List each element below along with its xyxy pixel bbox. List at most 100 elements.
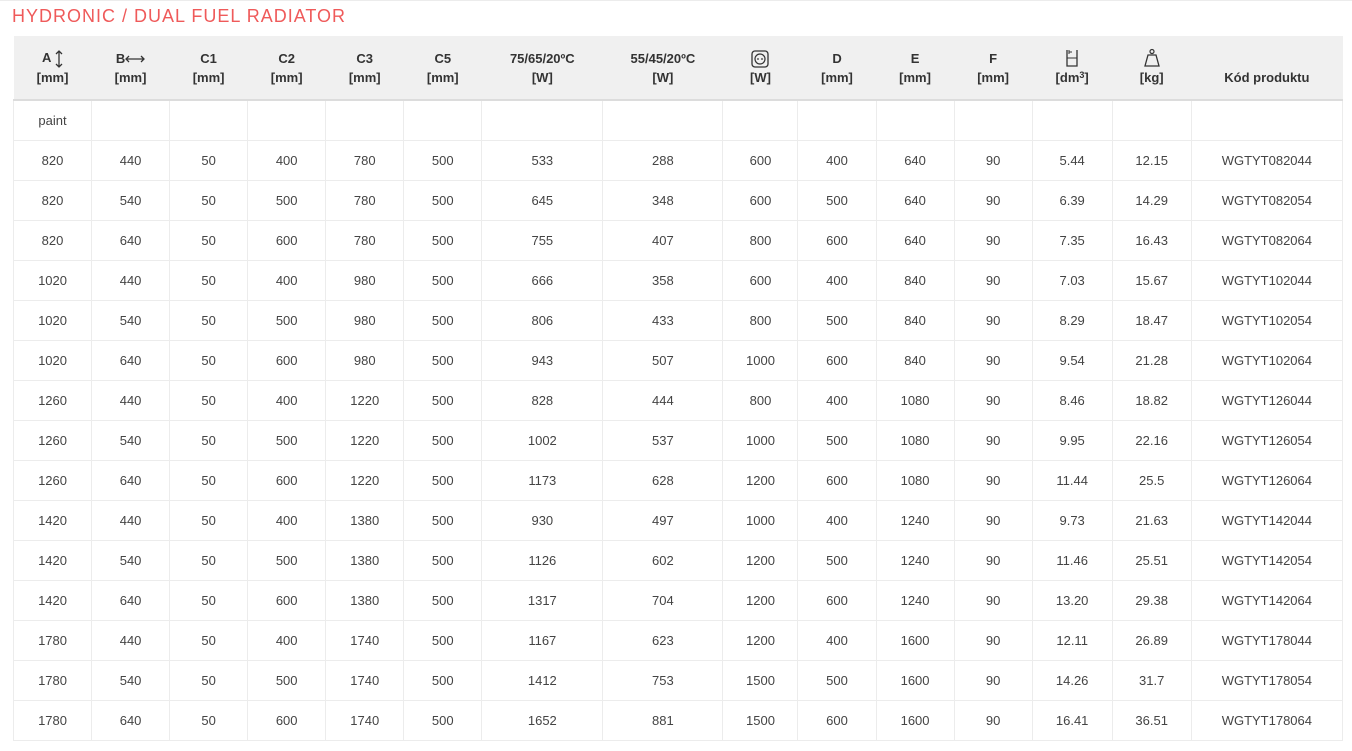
col-header-f: F [mm] <box>954 36 1033 101</box>
cell-p75: 1173 <box>481 460 604 501</box>
table-row: 1780 640 50 600 1740 500 1652 881 1500 600 1600 90 1… <box>12 700 1344 741</box>
cell-code: WGTYT142054 <box>1191 540 1344 581</box>
cell-c1: 50 <box>169 660 249 701</box>
cell-p75: 1167 <box>481 620 604 661</box>
col-header-a: A [mm] <box>13 36 92 101</box>
cell-a: 1020 <box>12 260 93 301</box>
cell-c3: 1740 <box>325 700 405 741</box>
cell-c2: 500 <box>247 660 327 701</box>
cell-code: WGTYT142044 <box>1191 500 1344 541</box>
cell-b: 640 <box>91 700 171 741</box>
cell-weight: 16.43 <box>1112 220 1192 261</box>
cell-c5: 500 <box>403 500 483 541</box>
cell-p75: 1652 <box>481 700 604 741</box>
water-container-icon <box>1064 48 1080 68</box>
cell-code: WGTYT178054 <box>1191 660 1344 701</box>
cell-code: WGTYT126044 <box>1191 380 1344 421</box>
cell-d: 500 <box>797 180 877 221</box>
table-row: 1780 440 50 400 1740 500 1167 623 1200 400 1600 90 1… <box>12 620 1344 661</box>
cell-vol: 9.54 <box>1032 340 1113 381</box>
cell-p55: 704 <box>602 580 724 621</box>
cell-p55: 537 <box>602 420 724 461</box>
col-header-e: E [mm] <box>876 36 955 101</box>
cell-d: 500 <box>797 300 877 341</box>
cell-c5: 500 <box>403 300 483 341</box>
table-header-row: A [mm] B [mm] C1 [mm] C2 [mm] C3 [mm] C5 [mm… <box>13 36 1343 101</box>
table-row: 1420 440 50 400 1380 500 930 497 1000 400 1240 90 9.… <box>12 500 1344 541</box>
col-header-b: B [mm] <box>91 36 170 101</box>
cell-heater: 800 <box>722 380 799 421</box>
cell-weight: 12.15 <box>1112 140 1192 181</box>
cell-weight: 18.82 <box>1112 380 1192 421</box>
table-row: 1020 540 50 500 980 500 806 433 800 500 840 90 8.29 1… <box>12 300 1344 341</box>
cell-c3: 1380 <box>325 500 405 541</box>
cell-heater: 600 <box>722 180 799 221</box>
cell-p75: 806 <box>481 300 604 341</box>
cell-c1: 50 <box>169 140 249 181</box>
cell-d: 400 <box>797 140 877 181</box>
cell-d: 400 <box>797 260 877 301</box>
cell-c3: 780 <box>325 220 405 261</box>
cell-vol: 8.46 <box>1032 380 1113 421</box>
cell-weight: 36.51 <box>1112 700 1192 741</box>
cell-c2: 600 <box>247 220 327 261</box>
table-row: 1780 540 50 500 1740 500 1412 753 1500 500 1600 90 1… <box>12 660 1344 701</box>
cell-b: 640 <box>91 340 171 381</box>
col-header-product-code: Kód produktu <box>1191 36 1343 101</box>
cell-b: 640 <box>91 460 171 501</box>
cell-c3: 980 <box>325 300 405 341</box>
cell-b: 640 <box>91 220 171 261</box>
cell-c5: 500 <box>403 540 483 581</box>
cell-c3: 1380 <box>325 580 405 621</box>
cell-p75: 828 <box>481 380 604 421</box>
cell-vol: 14.26 <box>1032 660 1113 701</box>
cell-p55: 507 <box>602 340 724 381</box>
cell-b: 640 <box>91 580 171 621</box>
cell-a: 1260 <box>12 380 93 421</box>
cell-c5: 500 <box>403 380 483 421</box>
cell-weight: 18.47 <box>1112 300 1192 341</box>
cell-f: 90 <box>954 220 1033 261</box>
cell-weight: 25.51 <box>1112 540 1192 581</box>
cell-p75: 930 <box>481 500 604 541</box>
cell-p55: 881 <box>602 700 724 741</box>
cell-b: 440 <box>91 500 171 541</box>
cell-c3: 780 <box>325 180 405 221</box>
top-divider <box>0 0 1352 1</box>
cell-p75: 755 <box>481 220 604 261</box>
page-title: HYDRONIC / DUAL FUEL RADIATOR <box>12 6 347 26</box>
cell-b: 440 <box>91 380 171 421</box>
cell-b: 540 <box>91 540 171 581</box>
cell-f: 90 <box>954 420 1033 461</box>
cell-e: 840 <box>876 260 955 301</box>
cell-c5: 500 <box>403 140 483 181</box>
cell-f: 90 <box>954 540 1033 581</box>
cell-f: 90 <box>954 180 1033 221</box>
cell-p55: 497 <box>602 500 724 541</box>
cell-a: 1260 <box>12 460 93 501</box>
cell-heater: 1200 <box>722 460 799 501</box>
cell-code: WGTYT102064 <box>1191 340 1344 381</box>
cell-d: 600 <box>797 700 877 741</box>
cell-vol: 7.35 <box>1032 220 1113 261</box>
cell-c3: 1220 <box>325 380 405 421</box>
cell-p75: 1412 <box>481 660 604 701</box>
cell-vol: 9.73 <box>1032 500 1113 541</box>
cell-e: 1600 <box>876 700 955 741</box>
cell-heater: 1200 <box>722 580 799 621</box>
cell-weight: 31.7 <box>1112 660 1192 701</box>
cell-code: WGTYT102054 <box>1191 300 1344 341</box>
cell-code: WGTYT126064 <box>1191 460 1344 501</box>
cell-c3: 780 <box>325 140 405 181</box>
cell-p55: 348 <box>602 180 724 221</box>
cell-c2: 600 <box>247 340 327 381</box>
vertical-arrow-icon <box>55 49 63 68</box>
cell-heater: 1000 <box>722 500 799 541</box>
cell-d: 600 <box>797 340 877 381</box>
table-row: 1260 540 50 500 1220 500 1002 537 1000 500 1080 90 9… <box>12 420 1344 461</box>
horizontal-arrow-icon <box>125 55 146 63</box>
cell-c2: 600 <box>247 700 327 741</box>
cell-weight: 21.63 <box>1112 500 1192 541</box>
table-row: 820 540 50 500 780 500 645 348 600 500 640 90 6.39 14… <box>12 180 1344 221</box>
cell-b: 540 <box>91 420 171 461</box>
